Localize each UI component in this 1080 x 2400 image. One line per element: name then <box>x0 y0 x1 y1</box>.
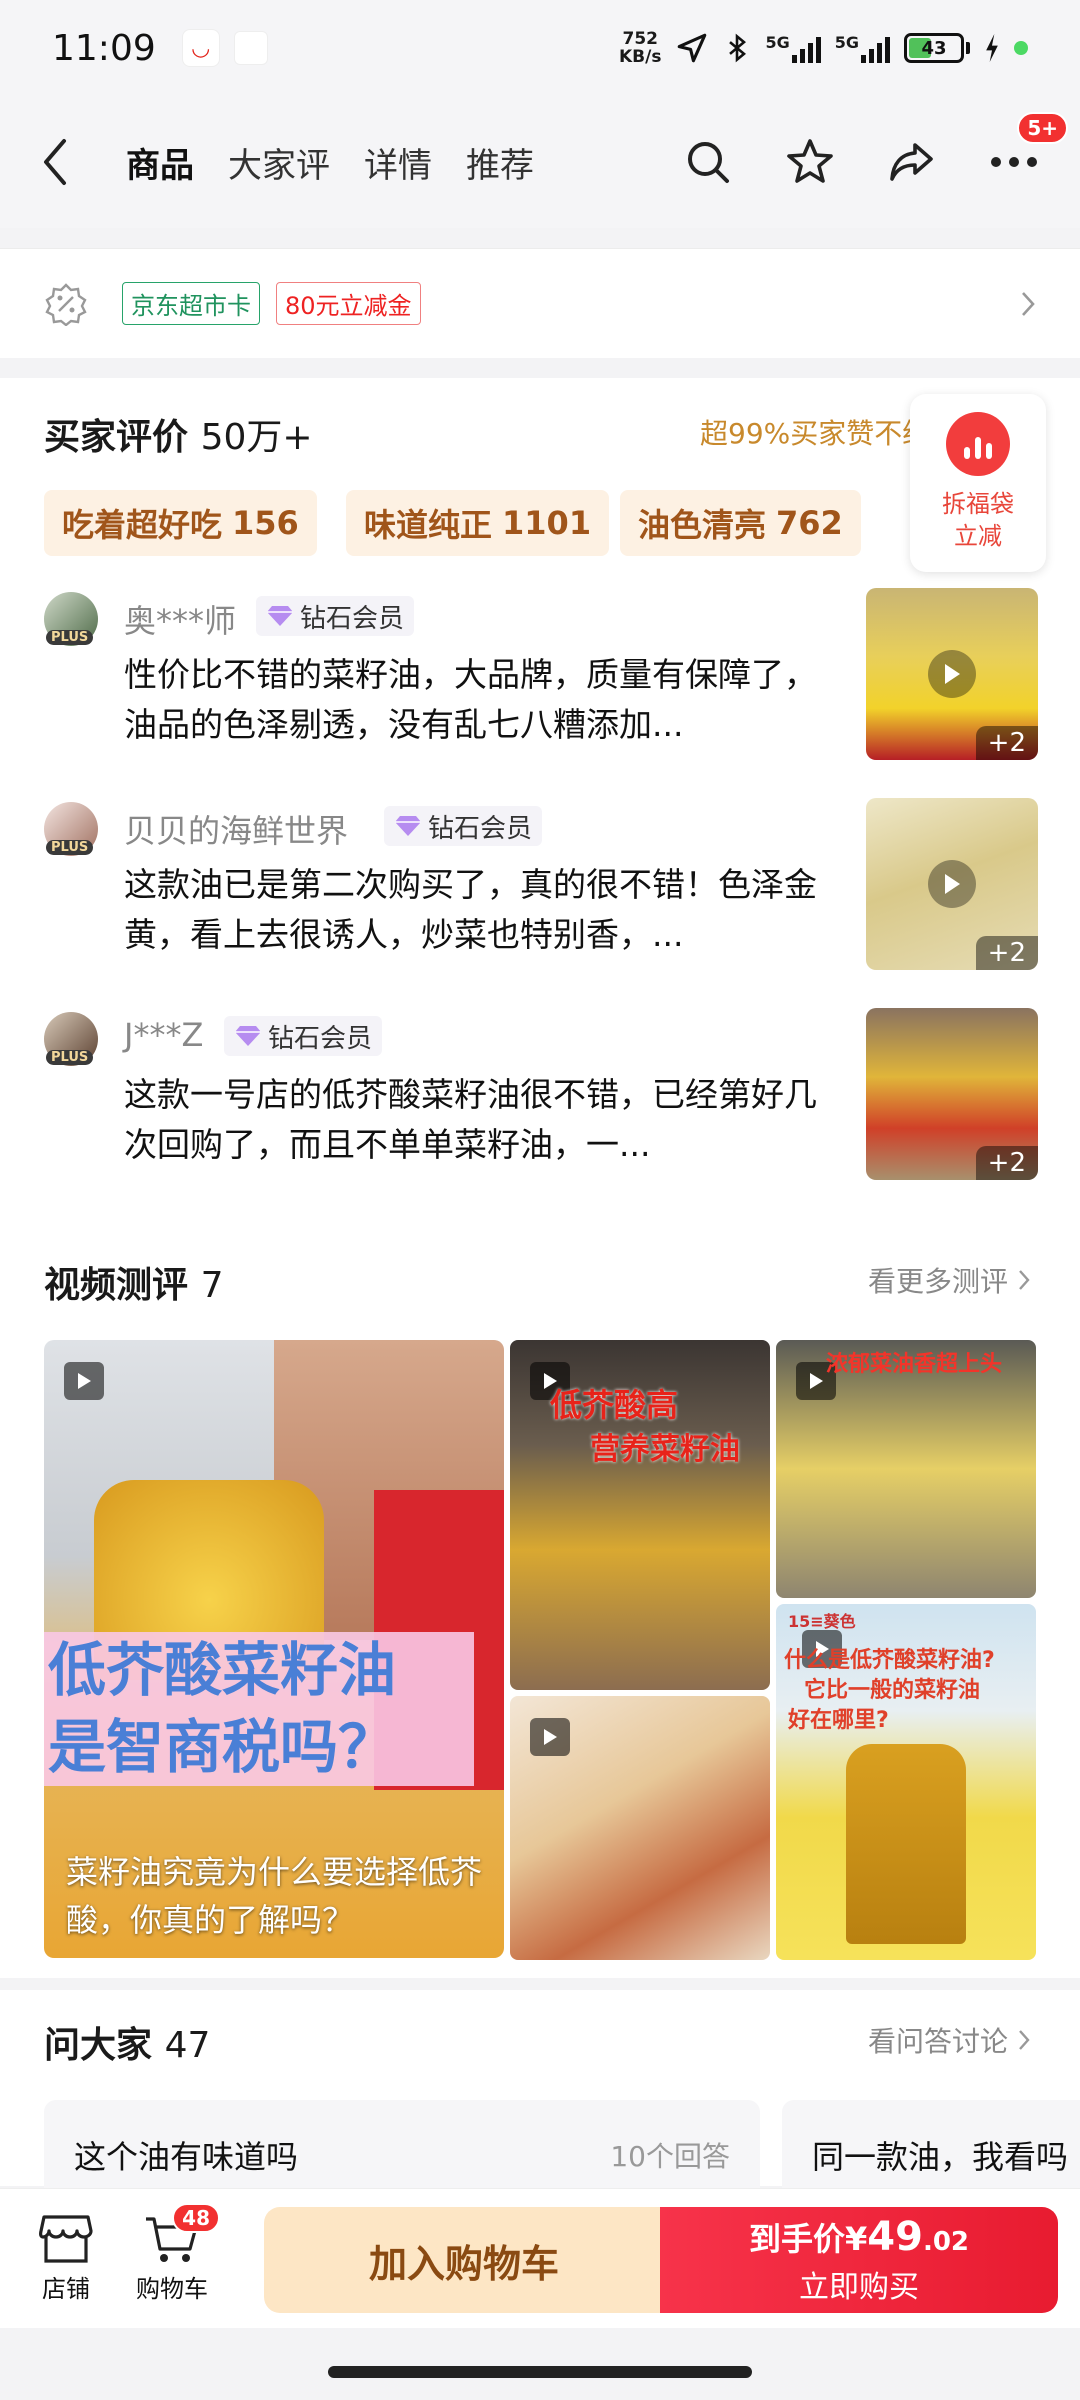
member-badge: 钻石会员 <box>384 806 543 846</box>
video-overlay-text: 好在哪里? <box>788 1708 889 1733</box>
chevron-left-icon <box>44 139 66 185</box>
review-media[interactable]: +2 <box>866 588 1038 760</box>
video-card[interactable] <box>510 1696 770 1960</box>
member-badge: 钻石会员 <box>224 1016 383 1056</box>
battery-icon: 43 <box>904 33 970 63</box>
video-card[interactable]: 15≡葵色 什么是低芥酸菜籽油? 它比一般的菜籽油 好在哪里? <box>776 1604 1036 1960</box>
review-item[interactable]: PLUS 奥***师 钻石会员 性价比不错的菜籽油，大品牌，质量有保障了，油品的… <box>44 588 1040 768</box>
bottom-action-bar: 店铺 购物车 48 加入购物车 到手价¥49.02 立即购买 <box>0 2188 1080 2328</box>
diamond-icon <box>395 816 421 836</box>
diamond-icon <box>267 606 293 626</box>
chevron-right-icon <box>1019 2030 1030 2050</box>
video-more-link[interactable]: 看更多测评 <box>868 1260 1030 1300</box>
share-icon <box>890 143 933 181</box>
keyword-tag[interactable]: 味道纯正 1101 <box>346 490 610 556</box>
tab-details[interactable]: 详情 <box>364 138 432 187</box>
video-banner-line2: 是智商税吗？ <box>44 1708 474 1786</box>
jd-app-icon: ◡ <box>181 29 220 67</box>
plus-badge: PLUS <box>46 1050 94 1065</box>
chevron-right-icon <box>1022 291 1035 316</box>
video-card[interactable]: 浓郁菜油香超上头 <box>776 1340 1036 1598</box>
plus-badge: PLUS <box>46 630 94 645</box>
bluetooth-icon <box>729 33 747 63</box>
chevron-right-icon <box>1019 1270 1030 1290</box>
top-nav: 商品 大家评 详情 推荐 5+ <box>0 96 1080 228</box>
oil-bottle <box>846 1744 966 1944</box>
review-media[interactable]: +2 <box>866 1008 1038 1180</box>
qa-more-link[interactable]: 看问答讨论 <box>868 2020 1030 2060</box>
media-count: +2 <box>975 1146 1038 1180</box>
media-count: +2 <box>975 936 1038 970</box>
reviewer-name: 贝贝的海鲜世界 <box>124 812 349 850</box>
video-overlay-text: 什么是低芥酸菜籽油? <box>784 1648 995 1673</box>
review-text: 这款油已是第二次购买了，真的很不错！色泽金黄，看上去很诱人，炒菜也特别香，... <box>124 865 817 954</box>
buy-now-button[interactable]: 到手价¥49.02 立即购买 <box>660 2207 1058 2313</box>
signal-icon-2: 5G <box>835 33 890 63</box>
star-icon <box>787 139 833 183</box>
cart-count-badge: 48 <box>172 2203 220 2233</box>
media-count: +2 <box>975 726 1038 760</box>
add-to-cart-button[interactable]: 加入购物车 <box>264 2207 664 2313</box>
video-overlay-text: 低芥酸高 <box>550 1386 679 1424</box>
more-badge: 5+ <box>1017 112 1068 144</box>
video-card[interactable]: 低芥酸高 营养菜籽油 <box>510 1340 770 1690</box>
search-icon <box>688 142 729 183</box>
supermarket-card-tag: 京东超市卡 <box>122 282 260 325</box>
back-button[interactable] <box>40 132 80 192</box>
video-overlay-text: 浓郁菜油香超上头 <box>826 1352 1003 1377</box>
reviews-rate: 超99%买家赞不绝 <box>700 417 931 450</box>
review-text: 这款一号店的低芥酸菜籽油很不错，已经第好几次回购了，而且不单单菜籽油，一... <box>124 1075 817 1164</box>
reviewer-name: J***Z <box>124 1016 204 1054</box>
video-caption: 菜籽油究竟为什么要选择低芥酸，你真的了解吗？ <box>66 1853 483 1939</box>
video-brand: 15≡葵色 <box>788 1612 856 1631</box>
location-icon <box>678 33 707 63</box>
favorite-button[interactable] <box>784 136 836 188</box>
app-notification-icon <box>233 31 268 65</box>
reviewer-name: 奥***师 <box>124 602 237 640</box>
reviews-title[interactable]: 买家评价 50万+ <box>44 408 313 460</box>
search-button[interactable] <box>682 136 734 188</box>
video-overlay-text: 营养菜籽油 <box>590 1432 740 1467</box>
review-item[interactable]: PLUS 贝贝的海鲜世界 钻石会员 这款油已是第二次购买了，真的很不错！色泽金黄… <box>44 798 1040 978</box>
net-speed: 752 KB/s <box>619 29 662 67</box>
review-text: 性价比不错的菜籽油，大品牌，质量有保障了，油品的色泽剔透，没有乱七八糟添加... <box>124 655 817 744</box>
store-icon <box>39 2215 93 2263</box>
member-badge: 钻石会员 <box>256 596 415 636</box>
video-play-icon <box>530 1718 570 1756</box>
review-item[interactable]: PLUS J***Z 钻石会员 这款一号店的低芥酸菜籽油很不错，已经第好几次回购… <box>44 1008 1040 1188</box>
qa-title: 问大家 47 <box>44 2025 211 2066</box>
video-section-title: 视频测评 7 <box>44 1265 224 1306</box>
video-overlay-text: 它比一般的菜籽油 <box>804 1678 981 1703</box>
cart-button[interactable]: 购物车 48 <box>126 2203 220 2304</box>
video-play-icon <box>64 1362 104 1400</box>
tab-product[interactable]: 商品 <box>126 138 194 187</box>
more-button[interactable]: 5+ <box>988 112 1068 188</box>
review-media[interactable]: +2 <box>866 798 1038 970</box>
keyword-tag[interactable]: 油色清亮 762 <box>620 490 861 556</box>
coupon-icon <box>45 282 87 326</box>
video-banner-line1: 低芥酸菜籽油 <box>44 1632 474 1708</box>
discount-tag: 80元立减金 <box>276 282 421 325</box>
signal-icon-1: 5G <box>765 33 821 63</box>
charging-icon <box>986 34 998 62</box>
plus-badge: PLUS <box>46 840 94 855</box>
more-icon <box>991 157 1037 167</box>
diamond-icon <box>235 1026 261 1046</box>
video-card-main[interactable]: 低芥酸菜籽油 是智商税吗？ 菜籽油究竟为什么要选择低芥酸，你真的了解吗？ <box>44 1340 504 1958</box>
play-icon <box>928 650 976 698</box>
keyword-tag[interactable]: 吃着超好吃 156 <box>44 490 317 556</box>
tab-reviews[interactable]: 大家评 <box>228 138 330 187</box>
home-indicator[interactable] <box>328 2366 752 2378</box>
store-button[interactable]: 店铺 <box>20 2213 112 2304</box>
lucky-bag-icon <box>946 412 1010 476</box>
privacy-indicator-dot <box>1014 41 1028 55</box>
share-button[interactable] <box>886 136 938 188</box>
status-time: 11:09 <box>52 27 156 69</box>
lucky-bag-widget[interactable]: 拆福袋 立减 <box>910 394 1046 572</box>
tab-recommend[interactable]: 推荐 <box>466 138 534 187</box>
play-icon <box>928 860 976 908</box>
status-bar: 11:09 ◡ 752 KB/s 5G 5G 43 <box>0 0 1080 96</box>
promo-row[interactable]: 京东超市卡 80元立减金 <box>0 248 1080 358</box>
